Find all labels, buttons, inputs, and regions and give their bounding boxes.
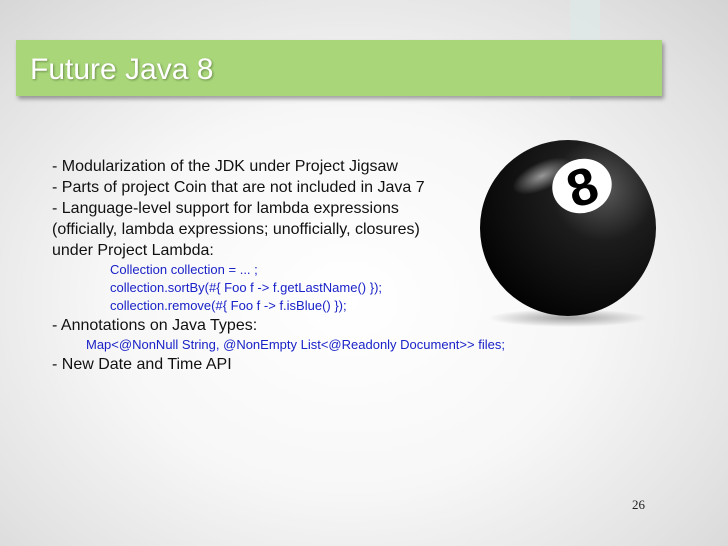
bullet-line: - New Date and Time API <box>52 356 232 373</box>
eight-ball-icon: 8 <box>480 140 656 327</box>
code-line: Map<@NonNull String, @NonEmpty List<@Rea… <box>86 337 505 352</box>
title-bar: Future Java 8 <box>16 40 662 96</box>
page-number: 26 <box>632 497 645 512</box>
slide-title: Future Java 8 <box>30 53 214 86</box>
